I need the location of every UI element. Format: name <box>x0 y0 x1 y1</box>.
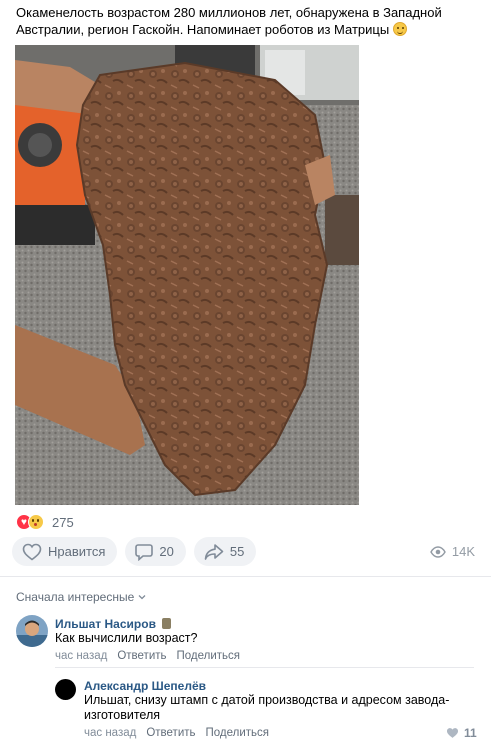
eye-icon <box>430 545 446 558</box>
post-actions: Нравится 20 55 <box>12 537 257 566</box>
reply-button[interactable]: Ответить <box>146 727 195 739</box>
comment-time[interactable]: час назад <box>55 650 107 662</box>
comments-sort-label: Сначала интересные <box>16 590 135 604</box>
comment-like-count: 11 <box>464 726 477 740</box>
comments-sort-dropdown[interactable]: Сначала интересные <box>16 590 146 604</box>
reactions-count: 275 <box>52 514 74 530</box>
avatar-image <box>16 615 48 647</box>
comment-meta: час назад Ответить Поделиться <box>84 727 269 739</box>
flushed-face-emoji-icon <box>392 22 407 36</box>
fossil-badge-icon <box>162 618 172 629</box>
fossil-photo <box>15 45 359 505</box>
views-counter: 14K <box>430 544 475 559</box>
share-comment-button[interactable]: Поделиться <box>177 650 241 662</box>
comment-divider <box>55 667 474 668</box>
heart-icon <box>446 728 459 738</box>
comment-count: 20 <box>159 544 174 559</box>
heart-outline-icon <box>22 543 42 561</box>
post-text-content: Окаменелость возрастом 280 миллионов лет… <box>16 5 442 37</box>
comment-author[interactable]: Александр Шепелёв <box>84 679 206 693</box>
views-count: 14K <box>451 544 475 559</box>
reactions-summary[interactable]: ♥ 275 <box>16 513 74 531</box>
post-text: Окаменелость возрастом 280 миллионов лет… <box>16 4 482 38</box>
post-photo[interactable] <box>15 45 359 505</box>
wow-reaction-icon <box>28 514 44 530</box>
reply-button[interactable]: Ответить <box>117 650 166 662</box>
like-button[interactable]: Нравится <box>12 537 118 566</box>
comment-meta: час назад Ответить Поделиться <box>55 650 240 662</box>
share-arrow-icon <box>204 543 224 560</box>
like-button-label: Нравится <box>48 544 106 559</box>
comment-author[interactable]: Ильшат Насиров <box>55 617 172 631</box>
comment-button[interactable]: 20 <box>125 537 186 566</box>
share-count: 55 <box>229 544 245 559</box>
reaction-icons: ♥ <box>16 514 46 530</box>
share-comment-button[interactable]: Поделиться <box>206 727 270 739</box>
avatar[interactable] <box>16 615 48 647</box>
post-divider <box>0 576 491 577</box>
chevron-down-icon <box>138 595 146 600</box>
comment-time[interactable]: час назад <box>84 727 136 739</box>
share-button[interactable]: 55 <box>193 537 257 566</box>
comment-like-button[interactable]: 11 <box>446 726 477 740</box>
comment-text: Как вычислили возраст? <box>55 631 198 645</box>
avatar[interactable] <box>55 679 76 700</box>
comment-text: Ильшат, снизу штамп с датой производства… <box>84 693 450 722</box>
comment-icon <box>135 543 154 561</box>
